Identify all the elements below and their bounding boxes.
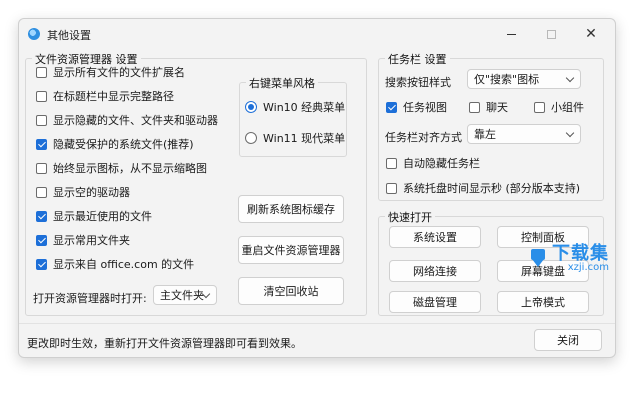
watermark-title: 下载集 [552,243,609,264]
settings-window: 其他设置 ✕ 文件资源管理器 设置 右键菜单风格 Win10 经典菜单 Win1… [18,18,616,358]
radio-label: Win11 现代菜单 [263,132,346,145]
radio-label: Win10 经典菜单 [263,101,346,114]
download-logo-icon [528,249,548,269]
quick-open-group-label: 快速打开 [385,209,435,225]
checkbox-indicator [36,138,47,150]
search-style-value: 仅"搜索"图标 [474,73,540,86]
minimize-button[interactable] [491,23,531,45]
chevron-down-icon [565,73,575,83]
checkbox-indicator [36,258,47,270]
watermark-url: xzji.com [567,262,609,273]
checkbox-indicator [36,90,47,102]
title-bar: 其他设置 ✕ [19,19,615,49]
explorer-option-checkbox[interactable]: 显示所有文件的文件扩展名 [36,64,185,80]
checkbox-task-view[interactable]: 任务视图 [386,99,447,115]
checkbox-indicator [534,101,545,113]
quick-disk-management-button[interactable]: 磁盘管理 [389,291,481,313]
explorer-option-checkbox[interactable]: 在标题栏中显示完整路径 [36,88,174,104]
empty-recycle-bin-button[interactable]: 清空回收站 [238,277,344,305]
radio-win10-menu[interactable]: Win10 经典菜单 [245,99,345,115]
footer-divider [19,323,615,324]
explorer-option-checkbox[interactable]: 显示隐藏的文件、文件夹和驱动器 [36,112,218,128]
checkbox-label: 显示常用文件夹 [53,234,130,247]
explorer-option-checkbox[interactable]: 显示来自 office.com 的文件 [36,256,194,272]
quick-network-button[interactable]: 网络连接 [389,260,481,282]
taskbar-align-label: 任务栏对齐方式 [385,131,462,144]
close-button[interactable]: 关闭 [534,329,602,351]
checkbox-label: 显示所有文件的文件扩展名 [53,66,185,79]
checkbox-label: 系统托盘时间显示秒 (部分版本支持) [403,182,581,195]
open-to-label: 打开资源管理器时打开: [33,292,147,305]
checkbox-indicator [386,101,397,113]
checkbox-indicator [386,157,397,169]
checkbox-tray-seconds[interactable]: 系统托盘时间显示秒 (部分版本支持) [386,180,580,196]
context-menu-group-label: 右键菜单风格 [246,75,318,91]
explorer-option-checkbox[interactable]: 显示常用文件夹 [36,232,130,248]
quick-system-settings-button[interactable]: 系统设置 [389,226,481,248]
open-to-value: 主文件夹 [160,289,204,302]
checkbox-label: 自动隐藏任务栏 [403,157,480,170]
checkbox-label: 小组件 [551,101,584,114]
checkbox-label: 隐藏受保护的系统文件(推荐) [53,138,194,151]
maximize-icon [546,29,556,39]
taskbar-align-value: 靠左 [474,128,496,141]
close-icon: ✕ [585,26,597,42]
taskbar-align-select[interactable]: 靠左 [467,124,581,144]
watermark: 下载集 xzji.com [528,245,609,273]
explorer-option-checkbox[interactable]: 显示空的驱动器 [36,184,130,200]
search-style-select[interactable]: 仅"搜索"图标 [467,69,581,89]
open-to-select[interactable]: 主文件夹 [153,285,217,305]
checkbox-indicator [386,182,397,194]
maximize-button [531,23,571,45]
checkbox-indicator [36,162,47,174]
checkbox-chat[interactable]: 聊天 [469,99,508,115]
refresh-icon-cache-button[interactable]: 刷新系统图标缓存 [238,195,344,223]
checkbox-indicator [36,186,47,198]
checkbox-label: 始终显示图标，从不显示缩略图 [53,162,207,175]
explorer-option-checkbox[interactable]: 隐藏受保护的系统文件(推荐) [36,136,194,152]
checkbox-indicator [36,234,47,246]
window-title: 其他设置 [47,29,91,42]
checkbox-indicator [469,101,480,113]
checkbox-auto-hide-taskbar[interactable]: 自动隐藏任务栏 [386,155,480,171]
radio-win11-menu[interactable]: Win11 现代菜单 [245,130,345,146]
status-text: 更改即时生效，重新打开文件资源管理器即可看到效果。 [27,337,302,350]
checkbox-indicator [36,66,47,78]
checkbox-indicator [36,210,47,222]
search-style-label: 搜索按钮样式 [385,76,451,89]
app-icon [28,28,40,40]
checkbox-label: 显示隐藏的文件、文件夹和驱动器 [53,114,218,127]
taskbar-group-label: 任务栏 设置 [385,51,450,67]
quick-god-mode-button[interactable]: 上帝模式 [497,291,589,313]
radio-indicator [245,101,257,113]
checkbox-widgets[interactable]: 小组件 [534,99,584,115]
checkbox-label: 显示最近使用的文件 [53,210,152,223]
explorer-option-checkbox[interactable]: 始终显示图标，从不显示缩略图 [36,160,207,176]
checkbox-label: 显示空的驱动器 [53,186,130,199]
minimize-icon [506,33,516,35]
explorer-option-checkbox[interactable]: 显示最近使用的文件 [36,208,152,224]
checkbox-label: 在标题栏中显示完整路径 [53,90,174,103]
checkbox-label: 显示来自 office.com 的文件 [53,258,195,271]
restart-explorer-button[interactable]: 重启文件资源管理器 [238,236,344,264]
radio-indicator [245,132,257,144]
checkbox-label: 聊天 [486,101,508,114]
checkbox-label: 任务视图 [403,101,447,114]
checkbox-indicator [36,114,47,126]
close-window-button[interactable]: ✕ [571,23,611,45]
chevron-down-icon [565,128,575,138]
